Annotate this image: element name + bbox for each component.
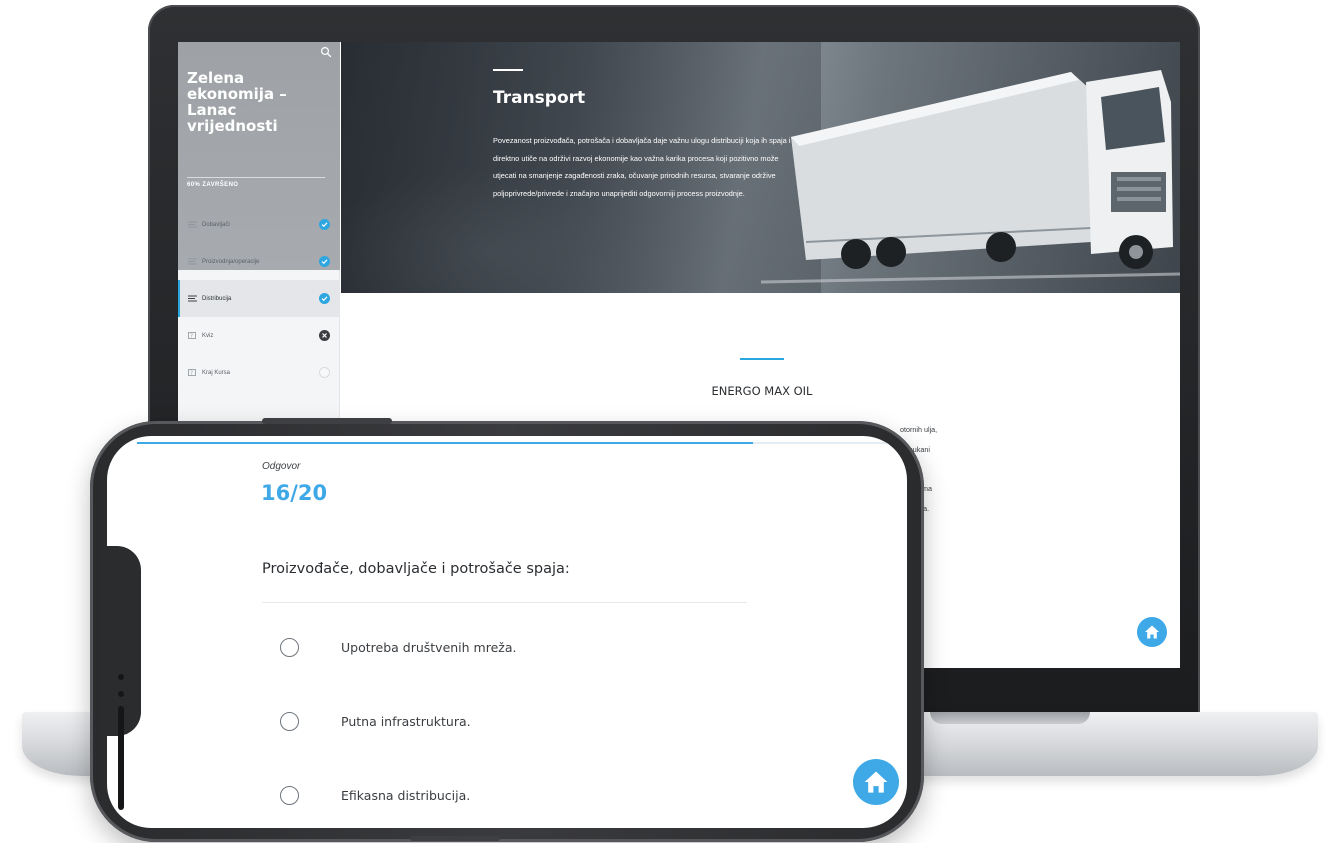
- sidebar-item-kviz[interactable]: ? Kviz: [178, 317, 340, 354]
- quiz-icon: ?: [188, 332, 196, 339]
- svg-text:?: ?: [190, 334, 193, 339]
- phone-side-button: [262, 418, 392, 424]
- search-icon[interactable]: [320, 46, 332, 58]
- hero-divider: [493, 69, 523, 71]
- answer-option[interactable]: Upotreba društvenih mreža.: [280, 638, 516, 657]
- svg-text:?: ?: [190, 371, 193, 376]
- lesson-description: Povezanost proizvođača, potrošača i doba…: [493, 136, 791, 198]
- x-circle-icon: [319, 330, 330, 341]
- text-line: otornih ulja,: [900, 425, 938, 434]
- home-button[interactable]: [1137, 617, 1167, 647]
- sidebar-item-label: Kviz: [202, 332, 214, 339]
- answer-option[interactable]: Efikasna distribucija.: [280, 786, 470, 805]
- answer-option-label: Efikasna distribucija.: [341, 788, 471, 803]
- check-circle-icon: [319, 219, 330, 230]
- sidebar-item-proizvodnja[interactable]: Proizvodnja/operacije: [178, 243, 340, 280]
- radio-button[interactable]: [280, 712, 299, 731]
- sidebar-item-kraj-kursa[interactable]: ? Kraj Kursa: [178, 354, 340, 391]
- camera-dot: [118, 691, 124, 697]
- section-accent-line: [740, 358, 784, 360]
- radio-button[interactable]: [280, 638, 299, 657]
- camera-dot: [118, 822, 124, 828]
- sidebar-item-label: Kraj Kursa: [202, 369, 231, 376]
- truck-image: [761, 70, 1180, 284]
- quiz-progress-bar: [137, 442, 753, 444]
- section-title: ENERGO MAX OIL: [711, 384, 813, 398]
- sidebar-item-distribucija[interactable]: Distribucija: [178, 280, 340, 317]
- home-icon: [1145, 625, 1159, 639]
- empty-circle-icon: [319, 367, 330, 378]
- lines-icon: [188, 295, 197, 302]
- course-title: Zelena ekonomija – Lanac vrijednosti: [187, 69, 287, 135]
- lines-icon: [188, 258, 197, 265]
- question-divider: [262, 602, 747, 603]
- laptop-opening-notch: [930, 712, 1090, 724]
- sidebar-item-label: Distribucija: [202, 295, 232, 302]
- lesson-title: Transport: [493, 88, 586, 108]
- answer-option[interactable]: Putna infrastruktura.: [280, 712, 471, 731]
- progress-label: 60% ZAVRŠENO: [187, 182, 239, 188]
- sidebar-item-label: Dobavljači: [202, 221, 230, 228]
- phone-side-button: [410, 836, 500, 841]
- lines-icon: [188, 221, 197, 228]
- lesson-hero: Transport Povezanost proizvođača, potroš…: [341, 42, 1180, 293]
- sidebar-item-label: Proizvodnja/operacije: [202, 258, 260, 265]
- answer-label: Odgovor: [262, 461, 301, 472]
- quiz-icon: ?: [188, 369, 196, 376]
- answer-option-label: Upotreba društvenih mreža.: [341, 640, 517, 655]
- question-counter: 16/20: [261, 481, 328, 505]
- progress-divider: [187, 177, 325, 178]
- phone-screen: Odgovor 16/20 Proizvođače, dobavljače i …: [107, 436, 907, 828]
- speaker-grille: [118, 706, 124, 810]
- check-circle-icon: [319, 293, 330, 304]
- phone-notch: [107, 546, 141, 828]
- home-button[interactable]: [853, 759, 899, 805]
- sidebar-item-dobavljaci[interactable]: Dobavljači: [178, 206, 340, 243]
- check-circle-icon: [319, 256, 330, 267]
- answer-option-label: Putna infrastruktura.: [341, 714, 471, 729]
- lesson-nav: Dobavljači Proizvodnja/operacije Distrib…: [178, 206, 340, 391]
- camera-dot: [118, 674, 124, 680]
- home-icon: [864, 771, 888, 793]
- question-text: Proizvođače, dobavljače i potrošače spaj…: [262, 561, 570, 577]
- radio-button[interactable]: [280, 786, 299, 805]
